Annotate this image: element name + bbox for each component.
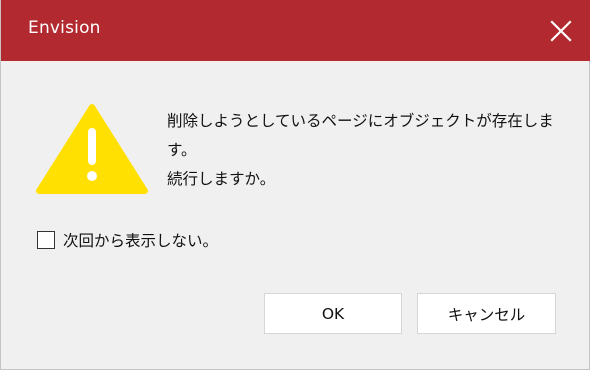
cancel-button[interactable]: キャンセル bbox=[417, 293, 556, 334]
ok-button[interactable]: OK bbox=[264, 293, 402, 334]
message-text: 削除しようとしているページにオブジェクトが存在しま す。 続行しますか。 bbox=[167, 107, 559, 194]
message-line: 削除しようとしているページにオブジェクトが存在しま bbox=[167, 112, 554, 130]
message-line: す。 bbox=[167, 141, 197, 159]
dont-show-again-label[interactable]: 次回から表示しない。 bbox=[63, 229, 218, 251]
confirm-dialog: Envision 削除しようとしているページにオブジェクトが存在しま す。 続行… bbox=[0, 0, 590, 370]
dont-show-again-option[interactable]: 次回から表示しない。 bbox=[37, 229, 218, 251]
close-button[interactable] bbox=[533, 0, 590, 61]
dont-show-again-checkbox[interactable] bbox=[37, 231, 55, 249]
window-title: Envision bbox=[28, 18, 101, 38]
message-line: 続行しますか。 bbox=[167, 170, 276, 188]
title-bar: Envision bbox=[1, 0, 590, 61]
warning-triangle-icon bbox=[36, 104, 148, 194]
close-icon bbox=[550, 20, 572, 42]
